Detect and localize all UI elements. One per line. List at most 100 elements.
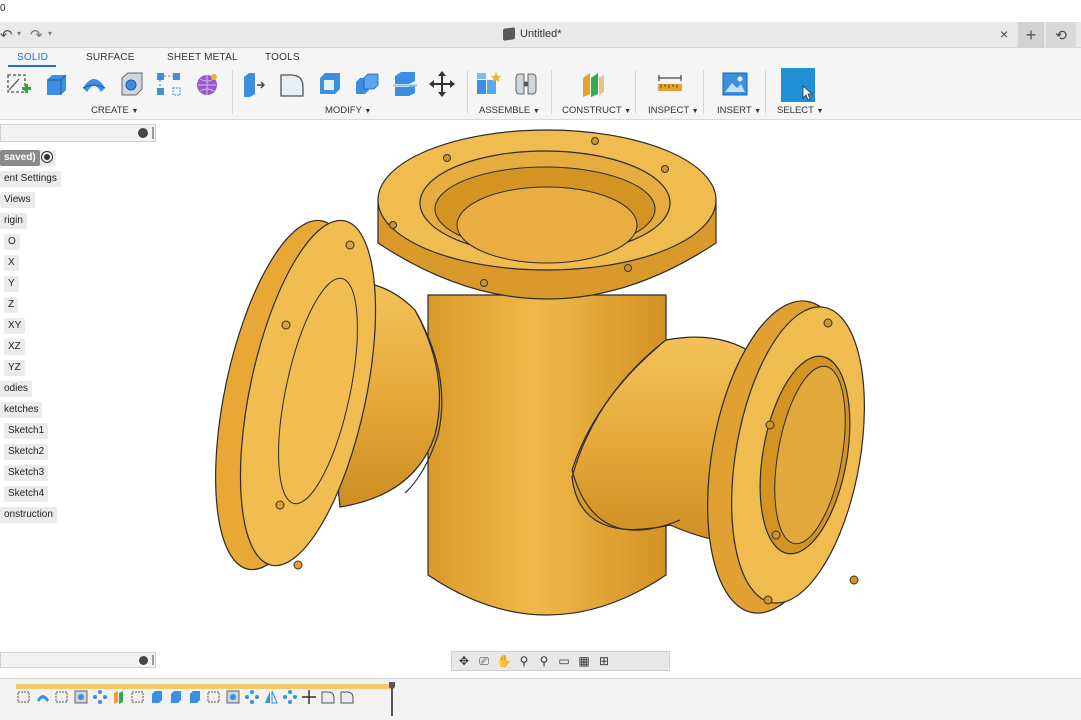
collapse-browser-icon[interactable] [138, 128, 148, 138]
timeline-pattern-icon[interactable] [282, 689, 298, 705]
undo-dropdown-icon[interactable]: ▾ [17, 29, 21, 38]
title-bar: ↶ ▾ ↷ ▾ Untitled* × + ⟲ [0, 22, 1081, 48]
pan-icon[interactable]: ✋ [496, 654, 512, 668]
timeline-hole-icon[interactable] [225, 689, 241, 705]
timeline-sketch-icon[interactable] [54, 689, 70, 705]
fillet-icon[interactable] [278, 70, 306, 98]
tab-tools[interactable]: TOOLS [265, 52, 300, 63]
redo-icon[interactable]: ↷ [30, 26, 43, 44]
browser-item-sketch1[interactable]: Sketch1 [4, 423, 49, 439]
timeline-extrude-icon[interactable] [187, 689, 203, 705]
look-at-icon[interactable]: ⎚ [476, 654, 492, 668]
insert-menu[interactable]: INSERT ▼ [717, 105, 761, 116]
timeline-revolve-icon[interactable] [35, 689, 51, 705]
viewports-icon[interactable]: ⊞ [596, 654, 612, 668]
extrude-icon[interactable] [42, 70, 70, 98]
assemble-menu[interactable]: ASSEMBLE ▼ [479, 105, 540, 116]
orbit-icon[interactable]: ✥ [456, 654, 472, 668]
pipe-cross-model[interactable] [200, 125, 900, 645]
close-tab-icon[interactable]: × [1000, 26, 1008, 42]
divider [467, 70, 468, 114]
insert-image-icon[interactable] [721, 70, 749, 98]
browser-item-yz-plane[interactable]: YZ [4, 360, 25, 376]
browser-item-named-views[interactable]: Views [0, 192, 35, 208]
fit-icon[interactable]: ⚲ [536, 654, 552, 668]
browser-item-sketches[interactable]: ketches [0, 402, 43, 418]
new-tab-button[interactable]: + [1018, 22, 1044, 48]
timeline-extrude-icon[interactable] [168, 689, 184, 705]
browser-item-xz-plane[interactable]: XZ [4, 339, 25, 355]
insert-menu-label: INSERT [717, 105, 752, 116]
combine-icon[interactable] [353, 70, 381, 98]
browser-item-bodies[interactable]: odies [0, 381, 32, 397]
timeline-sketch-icon[interactable] [16, 689, 32, 705]
revolve-icon[interactable] [80, 70, 108, 98]
create-form-icon[interactable] [193, 70, 221, 98]
split-body-icon[interactable] [391, 70, 419, 98]
inspect-menu[interactable]: INSPECT ▼ [648, 105, 699, 116]
timeline-hole-icon[interactable] [73, 689, 89, 705]
offset-plane-icon[interactable] [579, 70, 607, 98]
browser-item-origin[interactable]: rigin [0, 213, 27, 229]
job-status-icon[interactable]: ⟲ [1046, 22, 1076, 48]
browser-item-x-axis[interactable]: X [4, 255, 19, 271]
browser-item-construction[interactable]: onstruction [0, 507, 57, 523]
move-copy-icon[interactable] [428, 70, 456, 98]
timeline-pattern-icon[interactable] [244, 689, 260, 705]
document-title: Untitled* [520, 28, 562, 40]
tab-surface[interactable]: SURFACE [86, 52, 135, 63]
measure-icon[interactable] [656, 70, 684, 98]
grid-icon[interactable]: ▦ [576, 654, 592, 668]
select-menu[interactable]: SELECT ▼ [777, 105, 823, 116]
add-comment-icon[interactable] [139, 656, 148, 665]
joint-icon[interactable] [512, 70, 540, 98]
shell-icon[interactable] [316, 70, 344, 98]
tab-solid[interactable]: SOLID [17, 52, 48, 63]
new-component-icon[interactable] [474, 70, 502, 98]
create-menu[interactable]: CREATE ▼ [91, 105, 138, 116]
bolt-hole [661, 165, 669, 173]
timeline-sketch-icon[interactable] [130, 689, 146, 705]
document-tab[interactable]: Untitled* [503, 27, 562, 41]
timeline-pattern-icon[interactable] [92, 689, 108, 705]
browser-item-document-settings[interactable]: ent Settings [0, 171, 61, 187]
browser-item-xy-plane[interactable]: XY [4, 318, 26, 334]
timeline-mirror-icon[interactable] [263, 689, 279, 705]
pattern-icon[interactable] [155, 70, 183, 98]
modify-menu[interactable]: MODIFY ▼ [325, 105, 371, 116]
timeline-fillet-icon[interactable] [320, 689, 336, 705]
browser-item-sketch2[interactable]: Sketch2 [4, 444, 49, 460]
browser-root-item[interactable]: saved) [0, 150, 40, 166]
undo-icon[interactable]: ↶ [0, 26, 13, 44]
browser-item-z-axis[interactable]: Z [4, 297, 19, 313]
modify-menu-label: MODIFY [325, 105, 362, 116]
bolt-hole [293, 560, 303, 570]
document-cube-icon [503, 27, 515, 41]
timeline-extrude-icon[interactable] [149, 689, 165, 705]
timeline-fillet-icon[interactable] [339, 689, 355, 705]
top-strip: 0 [0, 0, 1081, 22]
browser-item-origin-point[interactable]: O [4, 234, 20, 250]
panel-grip[interactable] [152, 655, 154, 665]
timeline-plane-icon[interactable] [111, 689, 127, 705]
bolt-hole [591, 137, 599, 145]
timeline-move-icon[interactable] [301, 689, 317, 705]
bolt-hole [771, 530, 781, 540]
browser-item-sketch4[interactable]: Sketch4 [4, 486, 49, 502]
timeline-sketch-icon[interactable] [206, 689, 222, 705]
browser-item-sketch3[interactable]: Sketch3 [4, 465, 49, 481]
display-settings-icon[interactable]: ▭ [556, 654, 572, 668]
construct-menu[interactable]: CONSTRUCT ▼ [562, 105, 631, 116]
tab-sheet-metal[interactable]: SHEET METAL [167, 52, 238, 63]
divider [703, 70, 704, 114]
select-icon[interactable] [781, 68, 815, 102]
create-sketch-icon[interactable] [5, 70, 33, 98]
press-pull-icon[interactable] [240, 70, 268, 98]
activate-radio-icon[interactable] [40, 150, 56, 166]
browser-item-y-axis[interactable]: Y [4, 276, 19, 292]
panel-grip[interactable] [152, 127, 154, 139]
zoom-icon[interactable]: ⚲ [516, 654, 532, 668]
hole-icon[interactable] [118, 70, 146, 98]
timeline-marker[interactable] [389, 682, 395, 716]
redo-dropdown-icon[interactable]: ▾ [48, 29, 52, 38]
